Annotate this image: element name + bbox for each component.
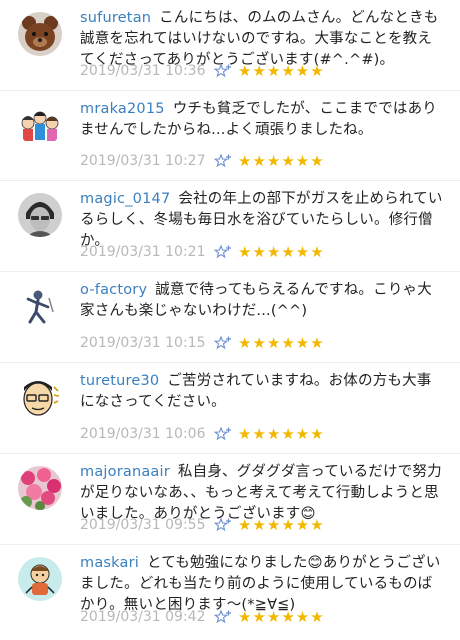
star-rating[interactable]: ★★★★★★ <box>238 608 325 626</box>
comment-item: mraka2015 ウチも貧乏でしたが、ここまでではありませんでしたからね...よ… <box>0 91 460 181</box>
avatar-ninja-figure[interactable] <box>18 284 62 328</box>
comment-date: 2019/03/31 10:36 <box>80 63 206 79</box>
comment-meta: 2019/03/31 10:27 ★★★★★★ <box>80 152 325 170</box>
add-star-icon[interactable] <box>214 153 232 169</box>
username-link[interactable]: maskari <box>80 555 139 571</box>
star-rating[interactable]: ★★★★★★ <box>238 62 325 80</box>
username-link[interactable]: mraka2015 <box>80 101 165 117</box>
star-rating[interactable]: ★★★★★★ <box>238 152 325 170</box>
comment-list: sufuretan こんにちは、のムのムさん。どんなときも誠意を忘れてはいけないの… <box>0 0 460 636</box>
star-rating[interactable]: ★★★★★★ <box>238 425 325 443</box>
comment-item: tureture30 ご苦労されていますね。お体の方も大事になさってください。 2… <box>0 363 460 454</box>
comment-item: maskari とても勉強になりました😊ありがとうございました。どれも当たり前のよ… <box>0 545 460 636</box>
comment-body: mraka2015 ウチも貧乏でしたが、ここまでではありませんでしたからね...よ… <box>80 99 446 141</box>
username-link[interactable]: sufuretan <box>80 10 151 26</box>
star-rating[interactable]: ★★★★★★ <box>238 516 325 534</box>
comment-meta: 2019/03/31 09:42 ★★★★★★ <box>80 608 325 626</box>
comment-item: majoranaair 私自身、グダグダ言っているだけで努力が足りないなあ、、もっ… <box>0 454 460 545</box>
username-link[interactable]: tureture30 <box>80 373 159 389</box>
comment-date: 2019/03/31 10:06 <box>80 426 206 442</box>
comment-meta: 2019/03/31 10:06 ★★★★★★ <box>80 425 325 443</box>
add-star-icon[interactable] <box>214 244 232 260</box>
username-link[interactable]: o-factory <box>80 282 147 298</box>
comment-date: 2019/03/31 10:21 <box>80 244 206 260</box>
avatar-cartoon-face[interactable] <box>18 375 62 419</box>
comment-meta: 2019/03/31 10:15 ★★★★★★ <box>80 334 325 352</box>
add-star-icon[interactable] <box>214 426 232 442</box>
comment-date: 2019/03/31 09:55 <box>80 517 206 533</box>
comment-item: o-factory 誠意で待ってもらえるんですね。こりゃ大家さんも楽じゃないわけだ… <box>0 272 460 363</box>
comment-body: maskari とても勉強になりました😊ありがとうございました。どれも当たり前のよ… <box>80 553 446 616</box>
avatar-teddy-bear[interactable] <box>18 12 62 56</box>
comment-date: 2019/03/31 09:42 <box>80 609 206 625</box>
username-link[interactable]: magic_0147 <box>80 191 170 207</box>
comment-meta: 2019/03/31 10:21 ★★★★★★ <box>80 243 325 261</box>
add-star-icon[interactable] <box>214 63 232 79</box>
add-star-icon[interactable] <box>214 609 232 625</box>
comment-body: o-factory 誠意で待ってもらえるんですね。こりゃ大家さんも楽じゃないわけだ… <box>80 280 446 322</box>
star-rating[interactable]: ★★★★★★ <box>238 243 325 261</box>
username-link[interactable]: majoranaair <box>80 464 170 480</box>
avatar-cartoon-character[interactable] <box>18 557 62 601</box>
avatar-man-portrait[interactable] <box>18 193 62 237</box>
comment-body: tureture30 ご苦労されていますね。お体の方も大事になさってください。 <box>80 371 446 413</box>
comment-date: 2019/03/31 10:27 <box>80 153 206 169</box>
comment-item: sufuretan こんにちは、のムのムさん。どんなときも誠意を忘れてはいけないの… <box>0 0 460 91</box>
add-star-icon[interactable] <box>214 517 232 533</box>
star-rating[interactable]: ★★★★★★ <box>238 334 325 352</box>
comment-meta: 2019/03/31 10:36 ★★★★★★ <box>80 62 325 80</box>
comment-meta: 2019/03/31 09:55 ★★★★★★ <box>80 516 325 534</box>
add-star-icon[interactable] <box>214 335 232 351</box>
comment-item: magic_0147 会社の年上の部下がガスを止められているらしく、冬場も毎日水を… <box>0 181 460 272</box>
comment-date: 2019/03/31 10:15 <box>80 335 206 351</box>
avatar-flowers[interactable] <box>18 466 62 510</box>
avatar-family-illustration[interactable] <box>18 103 62 147</box>
